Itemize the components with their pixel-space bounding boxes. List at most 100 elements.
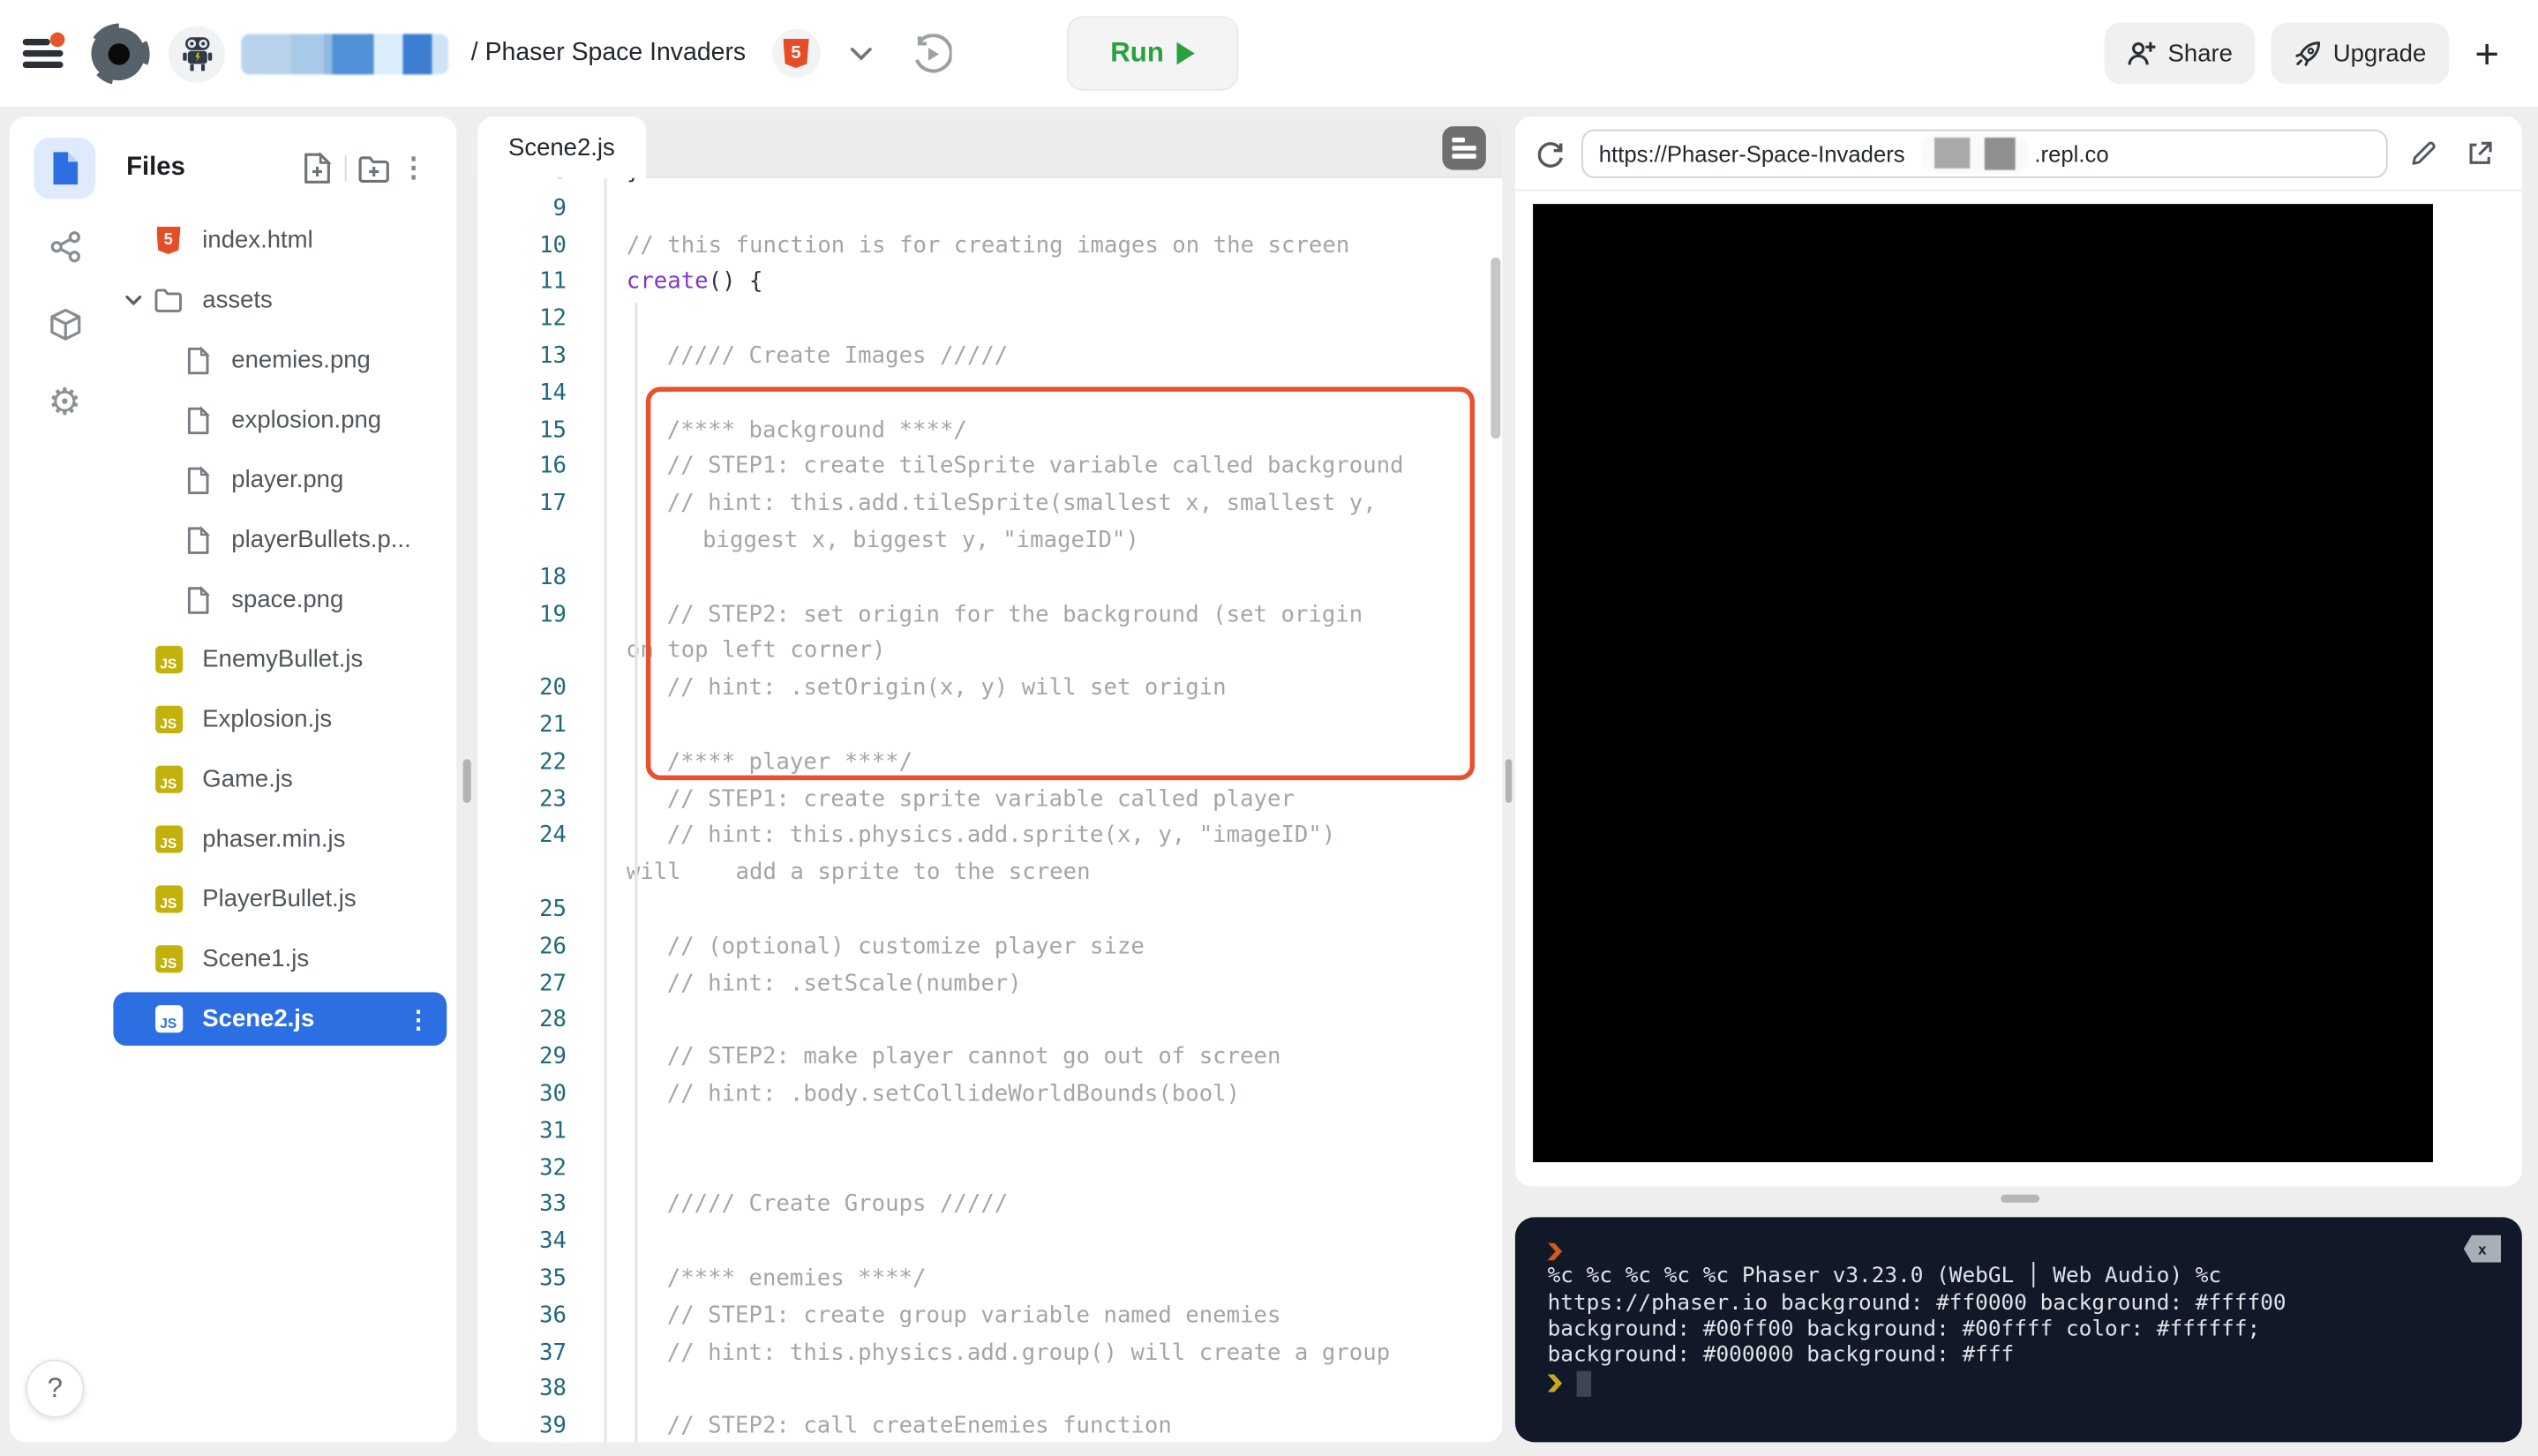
code-row: 24// hint: this.physics.add.sprite(x, y,… [477,818,1502,855]
code-row: 34 [477,1224,1502,1261]
console-resize-handle[interactable] [2001,1195,2039,1203]
add-file-icon[interactable] [298,149,337,188]
console-panel[interactable]: %c %c %c %c %c Phaser v3.23.0 (WebGL │ W… [1515,1217,2522,1442]
line-number: 10 [477,228,604,265]
line-number: 16 [477,449,604,486]
game-preview-frame[interactable] [1533,204,2433,1162]
console-line: background: #00ff00 background: #00ffff … [1548,1317,2500,1344]
share-button[interactable]: Share [2105,23,2256,85]
run-button[interactable]: Run [1067,16,1238,90]
code-row: 29// STEP2: make player cannot go out of… [477,1039,1502,1077]
code-text: ///// Create Groups ///// [604,1187,1502,1224]
file-row[interactable]: JSEnemyBullet.js [101,630,450,690]
hamburger-menu-icon[interactable] [23,37,64,70]
code-text [604,1113,1502,1150]
gutter-border [604,178,606,1443]
file-file-icon [183,346,212,375]
sidebar-resize-handle[interactable] [463,759,470,803]
line-number: 21 [477,708,604,745]
editor-scrollbar-thumb[interactable] [1491,258,1499,439]
code-text: biggest x, biggest y, "imageID") [604,522,1502,559]
code-text: // hint: .setScale(number) [604,965,1502,1002]
line-number: 37 [477,1334,604,1371]
code-text [604,1150,1502,1187]
rail-files-button[interactable] [34,138,96,199]
avatar[interactable] [169,25,225,81]
code-row: 12 [477,302,1502,339]
file-label: space.png [231,586,343,613]
tab-label: Scene2.js [508,134,615,161]
chevron-down-icon [124,294,142,307]
cube-icon [48,307,82,341]
chevron-down-icon[interactable] [850,46,873,61]
line-number: 24 [477,818,604,855]
run-button-label: Run [1110,37,1164,70]
rail-packages-button[interactable] [34,293,96,355]
upgrade-button[interactable]: Upgrade [2271,23,2449,85]
code-text [604,559,1502,597]
file-row[interactable]: JS Scene2.js ⋮ [113,992,447,1046]
code-row: 11create() { [477,265,1502,302]
js-file-icon: JS [154,945,183,972]
js-file-icon: JS [154,766,183,793]
file-row[interactable]: 5index.html [101,210,450,270]
console-line: background: #000000 background: #fff [1548,1344,2500,1370]
help-button[interactable]: ? [26,1360,84,1418]
code-editor[interactable]: 8}910// this function is for creating im… [477,178,1502,1443]
code-text: // (optional) customize player size [604,928,1502,965]
notification-dot [50,33,65,48]
refresh-icon[interactable] [1535,137,1566,169]
line-number: 12 [477,302,604,339]
file-row[interactable]: JSGame.js [101,749,450,809]
rail-version-control-button[interactable] [34,215,96,277]
files-menu-kebab-icon[interactable]: ⋮ [394,152,434,184]
js-icon: JS [154,1005,182,1032]
add-folder-icon[interactable] [355,149,394,188]
js-icon: JS [154,706,182,733]
kebab-icon[interactable]: ⋮ [406,1004,431,1033]
file-label: Scene2.js [202,1005,314,1032]
file-row[interactable]: JSPlayerBullet.js [101,869,450,929]
js-file-icon: JS [154,885,183,912]
code-text [604,302,1502,339]
file-row[interactable]: explosion.png [101,390,450,450]
editor-resize-handle[interactable] [1505,759,1512,803]
file-row[interactable]: player.png [101,450,450,510]
file-row[interactable]: space.png [101,570,450,630]
line-number: 20 [477,671,604,708]
editor-output-toggle-icon[interactable] [1442,126,1486,170]
js-icon: JS [154,885,182,912]
new-tab-plus-button[interactable]: + [2465,33,2509,75]
code-row: 26// (optional) customize player size [477,928,1502,965]
replit-logo[interactable] [86,20,152,86]
code-text: // STEP2: make player cannot go out of s… [604,1039,1502,1077]
file-row[interactable]: JSphaser.min.js [101,809,450,869]
file-row[interactable]: JSScene1.js [101,929,450,989]
html5-language-badge: 5 [772,29,821,78]
line-number: 29 [477,1039,604,1077]
console-text: %c %c %c %c %c Phaser v3.23.0 (WebGL │ W… [1548,1265,2222,1291]
share-person-icon [2128,41,2157,66]
file-row[interactable]: JSExplosion.js [101,689,450,749]
edit-url-pencil-icon[interactable] [2400,131,2445,176]
html-file-icon: 5 [154,227,183,254]
code-text: will add a sprite to the screen [604,855,1502,892]
code-row: 30// hint: .body.setCollideWorldBounds(b… [477,1077,1502,1114]
code-row: on top left corner) [477,634,1502,671]
url-input[interactable]: https://Phaser-Space-Invaders .repl.co [1581,129,2388,177]
file-row[interactable]: assets [101,270,450,330]
editor-card: Scene2.js 8}910// this function is for c… [477,116,1502,1442]
file-row[interactable]: playerBullets.p... [101,510,450,570]
preview-url-row: https://Phaser-Space-Invaders .repl.co [1515,116,2522,191]
history-icon[interactable] [911,34,951,74]
tab-scene2-js[interactable]: Scene2.js [477,116,646,180]
open-external-icon[interactable] [2458,131,2503,176]
code-row: 14 [477,375,1502,412]
code-row: 27// hint: .setScale(number) [477,965,1502,1002]
file-row[interactable]: enemies.png [101,330,450,390]
line-number: 39 [477,1408,604,1442]
top-bar: / Phaser Space Invaders 5 Run Shar [0,0,2538,107]
console-line: https://phaser.io background: #ff0000 ba… [1548,1291,2500,1317]
rail-settings-button[interactable]: ⚙ [34,371,96,432]
username-redacted[interactable] [241,34,448,74]
